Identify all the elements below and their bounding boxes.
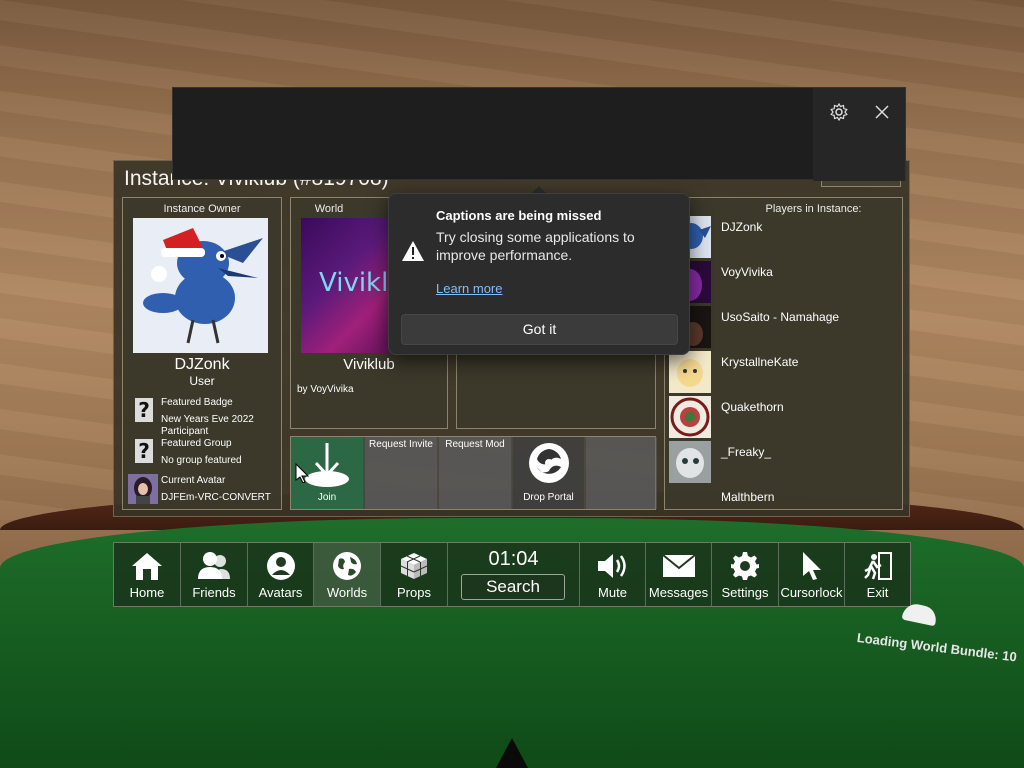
- owner-name: DJZonk: [174, 356, 230, 373]
- close-icon[interactable]: [871, 101, 893, 123]
- owner-profile-picture[interactable]: [133, 218, 268, 353]
- friends-label: Friends: [192, 585, 236, 600]
- group-label: Featured Group: [161, 438, 232, 449]
- cursorlock-button[interactable]: Cursorlock: [779, 543, 845, 606]
- request-invite-label: Request Invite: [369, 439, 433, 450]
- badge-label: Featured Badge: [161, 397, 233, 408]
- player-avatar: [669, 396, 711, 438]
- players-section: Players in Instance: DJZonk VoyVivika Us…: [664, 197, 903, 510]
- settings-gear-icon[interactable]: [828, 101, 850, 123]
- quick-menu-bar: Home Friends Avatars Worlds Props 01:04 …: [113, 542, 911, 607]
- request-invite-button[interactable]: Request Invite: [365, 437, 438, 509]
- live-captions-window: [172, 87, 906, 181]
- exit-label: Exit: [866, 585, 889, 600]
- speaker-icon: [597, 554, 626, 578]
- worlds-label: Worlds: [326, 585, 368, 600]
- props-cube-icon: [400, 553, 428, 579]
- players-header: Players in Instance:: [765, 203, 862, 215]
- friends-icon: [198, 552, 230, 579]
- avatar-icon: [266, 552, 295, 580]
- badge-placeholder-icon: ?: [135, 398, 153, 422]
- props-button[interactable]: Props: [381, 543, 448, 606]
- captions-warning-toast: Captions are being missed Try closing so…: [388, 193, 690, 355]
- cursor-icon: [802, 552, 821, 580]
- settings-label: Settings: [721, 585, 769, 600]
- player-row[interactable]: DJZonk: [669, 216, 897, 258]
- player-row[interactable]: Quakethorn: [669, 396, 897, 438]
- player-name: VoyVivika: [721, 265, 773, 279]
- avatar-label: Current Avatar: [161, 475, 226, 486]
- search-button[interactable]: Search: [461, 574, 565, 600]
- globe-icon: [333, 552, 361, 580]
- player-name: Malthbern: [721, 490, 775, 504]
- player-avatar: [669, 351, 711, 393]
- cursorlock-label: Cursorlock: [780, 585, 843, 600]
- worlds-button[interactable]: Worlds: [314, 543, 381, 606]
- mute-button[interactable]: Mute: [580, 543, 646, 606]
- owner-section: Instance Owner DJZonk User ? Featured Ba…: [122, 197, 282, 510]
- drop-portal-label: Drop Portal: [523, 492, 574, 503]
- empty-action-slot: [586, 437, 657, 509]
- world-author: by VoyVivika: [297, 384, 354, 395]
- clock-time: 01:04: [488, 548, 539, 570]
- avatars-button[interactable]: Avatars: [248, 543, 314, 606]
- envelope-icon: [661, 554, 696, 577]
- props-label: Props: [397, 585, 431, 600]
- group-name: No group featured: [161, 455, 242, 466]
- exit-door-icon: [863, 552, 892, 580]
- player-row[interactable]: _Freaky_: [669, 441, 897, 483]
- player-name: _Freaky_: [721, 445, 772, 459]
- request-mod-label: Request Mod: [445, 439, 505, 450]
- settings-button[interactable]: Settings: [712, 543, 779, 606]
- messages-label: Messages: [648, 585, 709, 600]
- player-avatar: [669, 441, 711, 483]
- friends-button[interactable]: Friends: [181, 543, 248, 606]
- home-label: Home: [129, 585, 165, 600]
- got-it-button[interactable]: Got it: [401, 314, 678, 345]
- learn-more-link[interactable]: Learn more: [436, 281, 502, 296]
- home-icon: [132, 553, 162, 580]
- world-header: World: [314, 203, 344, 215]
- portal-icon: [529, 443, 569, 483]
- home-button[interactable]: Home: [114, 543, 181, 606]
- badge-name: New Years Eve 2022 Participant: [161, 414, 254, 437]
- toast-body: Try closing some applications to improve…: [436, 229, 635, 263]
- player-row[interactable]: Malthbern: [669, 486, 897, 508]
- avatars-label: Avatars: [258, 585, 303, 600]
- group-placeholder-icon: ?: [135, 439, 153, 463]
- toast-title: Captions are being missed: [436, 208, 602, 223]
- gear-icon: [731, 552, 759, 580]
- player-name: DJZonk: [721, 220, 763, 234]
- join-label: Join: [317, 492, 337, 503]
- world-name: Viviklub: [343, 356, 395, 373]
- exit-button[interactable]: Exit: [845, 543, 910, 606]
- floor-marker: [496, 738, 528, 768]
- player-name: Quakethorn: [721, 400, 784, 414]
- messages-button[interactable]: Messages: [646, 543, 712, 606]
- player-name: UsoSaito - Namahage: [721, 310, 840, 324]
- player-row[interactable]: UsoSaito - Namahage: [669, 306, 897, 348]
- player-row[interactable]: VoyVivika: [669, 261, 897, 303]
- avatar-name: DJFEm-VRC-CONVERT: [161, 492, 271, 503]
- mute-label: Mute: [598, 585, 627, 600]
- warning-icon: [402, 241, 424, 261]
- request-mod-button[interactable]: Request Mod: [439, 437, 512, 509]
- drop-portal-button[interactable]: Drop Portal: [513, 437, 585, 509]
- clock-search-panel: 01:04 Search: [448, 543, 580, 606]
- player-name: KrystallneKate: [721, 355, 799, 369]
- current-avatar-thumbnail[interactable]: [128, 474, 158, 504]
- action-bar: Join Request Invite Request Mod Drop Por…: [290, 436, 657, 510]
- player-row[interactable]: KrystallneKate: [669, 351, 897, 393]
- owner-role: User: [189, 374, 215, 388]
- mouse-cursor-icon: [295, 463, 309, 483]
